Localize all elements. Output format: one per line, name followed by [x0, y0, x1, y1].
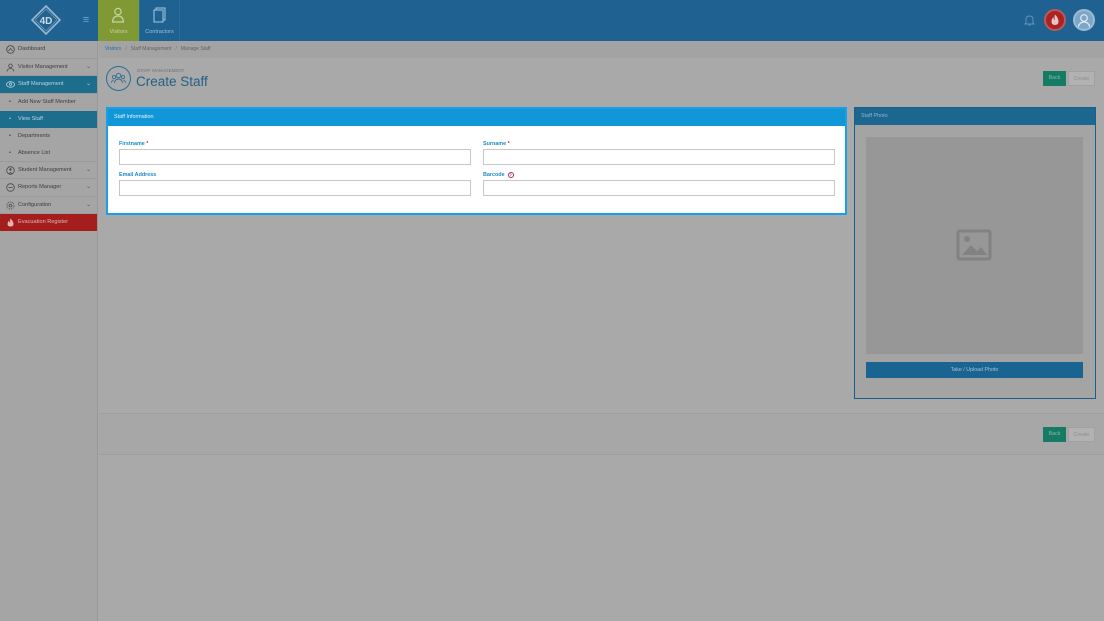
fire-icon — [1051, 14, 1059, 25]
sidebar-item-label: Configuration — [18, 201, 52, 208]
page-kicker: STAFF MANAGEMENT — [137, 68, 185, 73]
evacuation-alert-button[interactable] — [1044, 9, 1066, 31]
image-placeholder-icon — [956, 229, 992, 261]
breadcrumb: Visitors / Staff Management / Manage Staff — [99, 41, 1104, 58]
photo-placeholder — [866, 137, 1083, 354]
sidebar-subitem-label: Departments — [18, 132, 51, 139]
visitor-person-icon — [111, 7, 125, 23]
barcode-label: Barcode? — [483, 172, 514, 178]
page-title: Create Staff — [136, 74, 208, 89]
topnav-visitors[interactable]: Visitors — [98, 0, 139, 41]
firstname-field[interactable] — [119, 149, 471, 165]
sidebar-subitem-label: Absence List — [18, 149, 51, 156]
contractor-document-icon — [153, 7, 166, 23]
gear-icon — [6, 201, 15, 209]
sidebar-subitem-absence-list[interactable]: • Absence List — [0, 145, 97, 162]
sidebar-item-label: Dashboard — [18, 46, 46, 52]
staff-information-panel: Staff Information Firstname * Surname * … — [106, 107, 847, 215]
create-button[interactable]: Create — [1068, 71, 1095, 86]
required-marker: * — [146, 141, 149, 147]
required-marker: * — [507, 141, 510, 147]
person-icon — [6, 63, 15, 72]
fire-icon — [7, 218, 14, 227]
topnav-contractors-label: Contractors — [145, 29, 174, 35]
chevron-down-icon: ⌄ — [85, 166, 91, 173]
firstname-label: Firstname * — [119, 141, 148, 147]
footer-create-button[interactable]: Create — [1068, 427, 1095, 442]
sidebar-item-label: Reports Manager — [18, 184, 62, 190]
staff-photo-panel: Staff Photo Take / Upload Photo — [854, 107, 1096, 399]
chevron-down-icon: ⌄ — [85, 184, 91, 190]
panel-title: Staff Information — [108, 109, 845, 126]
surname-label-text: Surname — [483, 141, 507, 147]
sidebar-item-configuration[interactable]: Configuration ⌄ — [0, 197, 97, 214]
barcode-field[interactable] — [483, 180, 835, 196]
reports-icon — [6, 183, 15, 192]
sidebar-subitem-departments[interactable]: • Departments — [0, 128, 97, 145]
topnav-contractors[interactable]: Contractors — [139, 0, 180, 41]
take-upload-photo-button[interactable]: Take / Upload Photo — [866, 362, 1083, 378]
surname-field[interactable] — [483, 149, 835, 165]
sidebar-item-label: Student Management — [18, 166, 72, 173]
breadcrumb-separator: / — [175, 46, 177, 52]
breadcrumb-link-visitors[interactable]: Visitors — [105, 46, 121, 52]
chevron-down-icon: ⌄ — [85, 63, 91, 70]
topnav-visitors-label: Visitors — [109, 29, 128, 35]
bullet-icon: • — [9, 115, 11, 122]
breadcrumb-link-staff-management[interactable]: Staff Management — [131, 46, 172, 52]
sidebar-subitem-label: View Staff — [18, 115, 43, 122]
user-avatar-icon[interactable] — [1073, 9, 1095, 31]
sidebar-item-label: Staff Management — [18, 81, 64, 87]
photo-panel-title: Staff Photo — [855, 108, 1095, 125]
bullet-icon: • — [9, 98, 11, 105]
email-field[interactable] — [119, 180, 471, 196]
sidebar-subitem-add-new-staff-member[interactable]: • Add New Staff Member — [0, 94, 97, 111]
sidebar-item-dashboard[interactable]: Dashboard — [0, 41, 97, 59]
sidebar-item-reports-manager[interactable]: Reports Manager ⌄ — [0, 179, 97, 197]
sidebar-item-visitor-management[interactable]: Visitor Management ⌄ — [0, 59, 97, 76]
svg-text:4D: 4D — [40, 16, 53, 27]
staff-management-icon — [106, 66, 131, 91]
breadcrumb-current: Manage Staff — [180, 46, 211, 52]
sidebar-subitem-label: Add New Staff Member — [18, 98, 76, 105]
footer-action-bar — [99, 413, 1104, 455]
email-label: Email Address — [119, 172, 156, 178]
sidebar-subitem-view-staff[interactable]: • View Staff — [0, 110, 97, 128]
breadcrumb-separator: / — [125, 46, 127, 52]
staff-group-icon — [6, 81, 15, 88]
help-icon[interactable]: ? — [507, 172, 514, 178]
chevron-down-icon: ⌄ — [85, 81, 91, 87]
firstname-label-text: Firstname — [119, 141, 145, 147]
sidebar-item-evacuation-register[interactable]: Evacuation Register — [0, 214, 97, 231]
bullet-icon: • — [9, 149, 11, 156]
sidebar-item-student-management[interactable]: Student Management ⌄ — [0, 162, 97, 179]
bell-icon[interactable] — [1024, 14, 1035, 26]
menu-icon[interactable]: ≡ — [80, 13, 92, 27]
sidebar-item-label: Visitor Management — [18, 63, 68, 70]
surname-label: Surname * — [483, 141, 510, 147]
logo-area: 4D ≡ — [0, 0, 98, 41]
bullet-icon: • — [9, 132, 11, 139]
back-button[interactable]: Back — [1043, 71, 1066, 86]
sidebar: Dashboard Visitor Management ⌄ Staff Man… — [0, 41, 98, 621]
top-bar: 4D ≡ Visitors Contractors — [0, 0, 1104, 41]
sidebar-item-label: Evacuation Register — [18, 219, 69, 225]
barcode-label-text: Barcode — [483, 172, 505, 178]
email-label-text: Email Address — [119, 172, 157, 178]
logo-4d[interactable]: 4D — [31, 5, 61, 35]
sidebar-item-staff-management[interactable]: Staff Management ⌄ — [0, 76, 97, 94]
dashboard-icon — [6, 45, 15, 54]
footer-back-button[interactable]: Back — [1043, 427, 1066, 442]
chevron-down-icon: ⌄ — [85, 201, 91, 208]
student-icon — [6, 165, 15, 175]
